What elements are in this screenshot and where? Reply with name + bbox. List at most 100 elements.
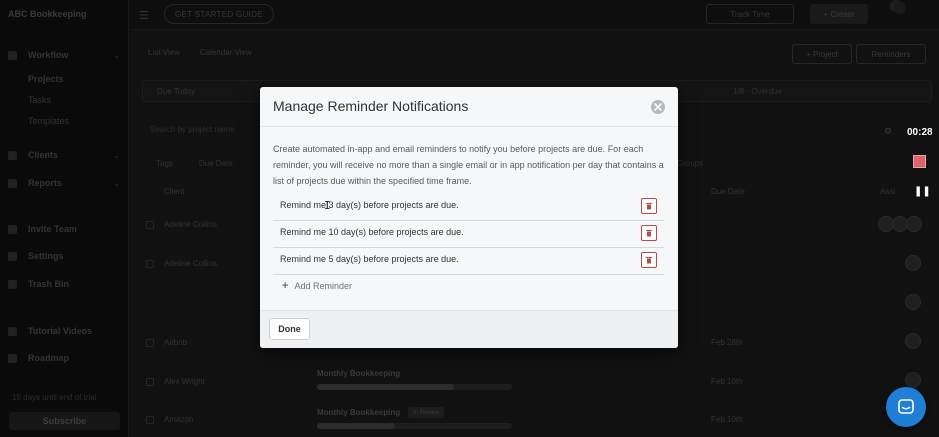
due-date-filter[interactable]: Due Date <box>199 159 233 168</box>
close-icon[interactable] <box>651 100 665 114</box>
avatar[interactable] <box>905 333 921 349</box>
sidebar-item-tutorial-videos[interactable]: Tutorial Videos <box>0 323 129 339</box>
delete-reminder-button[interactable] <box>641 225 657 241</box>
sidebar-item-invite-team[interactable]: Invite Team <box>0 221 129 237</box>
project-progress-bar <box>317 384 512 390</box>
subscribe-button[interactable]: Subscribe <box>9 412 120 430</box>
reminders-button[interactable]: Reminders <box>856 44 926 64</box>
tab-list-view[interactable]: List View <box>148 48 180 57</box>
brand-name: ABC Bookkeeping <box>8 9 87 19</box>
text-cursor-icon: I <box>324 199 331 212</box>
tab-calendar-view[interactable]: Calendar View <box>200 48 252 57</box>
sidebar-item-tasks[interactable]: Tasks <box>0 92 129 108</box>
sidebar-item-clients[interactable]: Clients ⌄ <box>0 147 129 163</box>
get-started-guide-button[interactable]: GET STARTED GUIDE <box>164 4 274 24</box>
gear-icon <box>8 251 17 261</box>
sidebar-item-settings[interactable]: Settings <box>0 248 129 264</box>
avatar[interactable] <box>905 372 921 388</box>
search-input[interactable]: Search by project name <box>150 125 235 134</box>
due-today-label[interactable]: Due Today <box>157 87 195 96</box>
trash-icon <box>646 203 652 210</box>
chevron-down-icon: ⌄ <box>113 178 120 188</box>
table-row-client[interactable]: Airbnb <box>164 338 187 347</box>
app-window: ABC Bookkeeping Workflow ⌄ Projects Task… <box>0 0 939 437</box>
table-row-project[interactable]: Monthly Bookkeeping <box>317 408 400 417</box>
table-row-project[interactable]: Monthly Bookkeeping <box>317 369 400 378</box>
row-checkbox[interactable] <box>146 260 154 268</box>
sidebar-item-projects[interactable]: Projects <box>0 71 129 87</box>
video-icon <box>8 326 17 336</box>
sidebar: ABC Bookkeeping Workflow ⌄ Projects Task… <box>0 0 129 437</box>
table-row-client[interactable]: Amazon <box>164 415 193 424</box>
chevron-down-icon: ⌄ <box>113 150 120 160</box>
list-item[interactable]: Remind me 3 day(s) before projects are d… <box>273 194 664 221</box>
reminder-text[interactable]: Remind me 10 day(s) before projects are … <box>280 227 464 237</box>
add-reminder-label: Add Reminder <box>294 281 352 291</box>
reminder-text[interactable]: Remind me 5 day(s) before projects are d… <box>280 254 459 264</box>
list-item[interactable]: Remind me 5 day(s) before projects are d… <box>273 248 664 275</box>
table-row-date: Feb 10th <box>711 415 743 424</box>
list-item[interactable]: Remind me 10 day(s) before projects are … <box>273 221 664 248</box>
recording-timer: 00:28 <box>907 127 933 138</box>
gear-icon[interactable]: ⚙ <box>884 126 892 137</box>
column-header-client[interactable]: Client <box>164 187 184 196</box>
row-checkbox[interactable] <box>146 221 154 229</box>
groups-filter[interactable]: Groups <box>677 159 703 168</box>
reminder-text[interactable]: Remind me 3 day(s) before projects are d… <box>280 200 459 210</box>
overdue-label[interactable]: 1/8 - Overdue <box>733 87 782 96</box>
view-tabs: List View Calendar View <box>148 48 252 57</box>
row-checkbox[interactable] <box>146 416 154 424</box>
reports-icon <box>8 178 17 188</box>
stop-recording-button[interactable] <box>913 155 926 168</box>
chat-launcher-button[interactable] <box>886 387 926 427</box>
chat-icon <box>898 399 914 414</box>
delete-reminder-button[interactable] <box>641 252 657 268</box>
row-checkbox[interactable] <box>146 378 154 386</box>
workflow-icon <box>8 50 17 60</box>
project-progress-bar <box>317 423 512 429</box>
add-project-button[interactable]: + Project <box>792 44 852 64</box>
pause-recording-button[interactable]: ❚❚ <box>914 186 931 197</box>
sidebar-item-templates[interactable]: Templates <box>0 113 129 129</box>
chevron-down-icon: ⌄ <box>113 50 120 60</box>
roadmap-icon <box>8 353 17 363</box>
create-button[interactable]: + Create <box>810 4 868 24</box>
avatar[interactable] <box>905 255 921 271</box>
column-header-due-date[interactable]: Due Date <box>711 187 745 196</box>
trash-icon <box>646 230 652 237</box>
trash-icon <box>8 279 17 289</box>
filter-row: Tags Due Date <box>156 159 233 168</box>
add-reminder-button[interactable]: + Add Reminder <box>282 280 352 292</box>
done-button[interactable]: Done <box>269 318 310 340</box>
table-row-date: Feb 28th <box>711 338 743 347</box>
table-row-client[interactable]: Adeline Collins <box>164 220 217 229</box>
avatar[interactable] <box>906 216 922 232</box>
sidebar-item-trash-bin[interactable]: Trash Bin <box>0 276 129 292</box>
status-badge: In Review <box>408 407 445 418</box>
invite-icon <box>8 224 17 234</box>
table-row-client[interactable]: Adeline Collins <box>164 259 217 268</box>
sidebar-item-workflow[interactable]: Workflow ⌄ <box>0 47 129 63</box>
menu-icon[interactable]: ☰ <box>139 9 149 22</box>
avatar[interactable] <box>905 294 921 310</box>
dialog-footer: Done <box>260 310 678 348</box>
sidebar-item-reports[interactable]: Reports ⌄ <box>0 175 129 191</box>
column-header-assignee[interactable]: Assi <box>880 187 895 196</box>
row-checkbox[interactable] <box>146 339 154 347</box>
dialog-header: Manage Reminder Notifications <box>260 87 678 127</box>
top-bar: ☰ GET STARTED GUIDE Track Time + Create <box>130 0 939 30</box>
tags-filter[interactable]: Tags <box>156 159 173 168</box>
delete-reminder-button[interactable] <box>641 198 657 214</box>
sidebar-item-roadmap[interactable]: Roadmap <box>0 350 129 366</box>
table-row-client[interactable]: Alex Wright <box>164 377 205 386</box>
clients-icon <box>8 150 17 160</box>
dialog-description: Create automated in-app and email remind… <box>273 144 664 186</box>
reminder-notifications-dialog: Manage Reminder Notifications Create aut… <box>260 87 678 348</box>
trash-icon <box>646 257 652 264</box>
recorder-close-icon[interactable] <box>894 2 906 14</box>
track-time-button[interactable]: Track Time <box>706 4 794 24</box>
trial-notice: 15 days until end of trial <box>12 393 97 402</box>
dialog-title: Manage Reminder Notifications <box>273 98 469 114</box>
plus-icon: + <box>282 280 289 292</box>
reminder-list: Remind me 3 day(s) before projects are d… <box>273 194 664 275</box>
